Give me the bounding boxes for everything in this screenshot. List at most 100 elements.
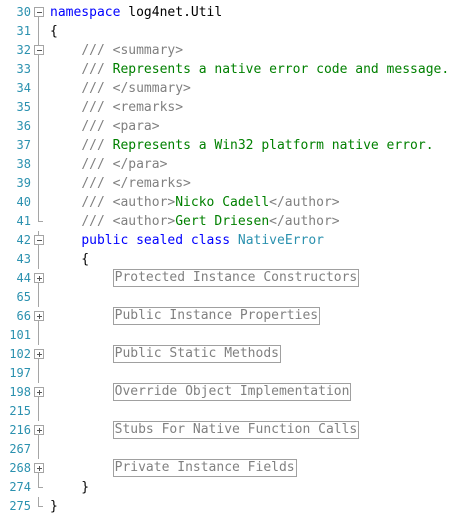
code-token: Gert Driesen xyxy=(175,214,270,229)
collapsed-region[interactable]: Stubs For Native Function Calls xyxy=(112,421,360,439)
code-line[interactable]: 274 } xyxy=(0,478,465,497)
code-line[interactable]: 30 namespace log4net.Util xyxy=(0,3,465,22)
code-text: /// Represents a native error code and m… xyxy=(50,60,449,79)
line-number: 35 xyxy=(16,100,31,114)
code-line[interactable]: 66 Public Instance Properties xyxy=(0,307,465,326)
code-line[interactable]: 34 /// </summary> xyxy=(0,79,465,98)
code-token: { xyxy=(50,252,90,267)
code-token: class xyxy=(190,233,231,248)
line-number: 198 xyxy=(9,385,31,399)
code-text: /// <author>Gert Driesen</author> xyxy=(50,212,340,231)
code-token: Represents a Win32 platform native error… xyxy=(104,138,434,153)
code-line[interactable]: 37 /// Represents a Win32 platform nativ… xyxy=(0,136,465,155)
expand-icon[interactable] xyxy=(34,269,44,288)
collapsed-region[interactable]: Public Instance Properties xyxy=(112,307,321,325)
expand-icon[interactable] xyxy=(34,421,44,440)
line-number: 41 xyxy=(16,214,31,228)
line-number: 44 xyxy=(16,271,31,285)
code-text: Stubs For Native Function Calls xyxy=(50,421,360,440)
expand-icon[interactable] xyxy=(34,459,44,478)
expand-icon[interactable] xyxy=(34,307,44,326)
code-token: /// </summary> xyxy=(81,81,191,96)
code-text: /// <author>Nicko Cadell</author> xyxy=(50,193,340,212)
expand-icon[interactable] xyxy=(34,345,44,364)
code-text: /// <remarks> xyxy=(50,98,183,117)
code-line[interactable]: 31 { xyxy=(0,22,465,41)
code-text: /// <para> xyxy=(50,117,159,136)
code-token: Nicko Cadell xyxy=(175,195,270,210)
collapsed-region[interactable]: Protected Instance Constructors xyxy=(112,269,360,287)
code-line[interactable]: 43 { xyxy=(0,250,465,269)
code-line[interactable]: 36 /// <para> xyxy=(0,117,465,136)
code-token: /// </para> xyxy=(81,157,168,172)
code-line[interactable]: 41 /// <author>Gert Driesen</author> xyxy=(0,212,465,231)
code-line[interactable]: 216 Stubs For Native Function Calls xyxy=(0,421,465,440)
code-token: /// </remarks> xyxy=(81,176,191,191)
collapse-icon[interactable] xyxy=(34,41,44,60)
line-number: 43 xyxy=(16,252,31,266)
line-number: 66 xyxy=(16,309,31,323)
fold-guide xyxy=(34,193,44,212)
collapsed-region[interactable]: Public Static Methods xyxy=(112,345,281,363)
expand-icon[interactable] xyxy=(34,383,44,402)
code-line[interactable]: 44 Protected Instance Constructors xyxy=(0,269,465,288)
line-number: 40 xyxy=(16,195,31,209)
code-token: } xyxy=(50,499,58,514)
fold-guide xyxy=(34,174,44,193)
code-token: /// xyxy=(81,62,105,77)
code-line[interactable]: 275} xyxy=(0,497,465,516)
line-number: 197 xyxy=(9,366,31,380)
line-number: 38 xyxy=(16,157,31,171)
collapsed-region[interactable]: Private Instance Fields xyxy=(112,459,297,477)
code-text: Protected Instance Constructors xyxy=(50,269,360,288)
code-line[interactable]: 197 xyxy=(0,364,465,383)
code-token: </author> xyxy=(269,214,340,229)
code-text: /// </remarks> xyxy=(50,174,191,193)
line-number: 36 xyxy=(16,119,31,133)
fold-guide xyxy=(34,288,44,307)
code-line[interactable]: 101 xyxy=(0,326,465,345)
code-token: sealed xyxy=(136,233,184,248)
code-token: </author> xyxy=(269,195,340,210)
code-line[interactable]: 198 Override Object Implementation xyxy=(0,383,465,402)
code-line[interactable]: 268 Private Instance Fields xyxy=(0,459,465,478)
collapse-icon[interactable] xyxy=(34,231,44,250)
fold-guide xyxy=(34,478,44,497)
line-number: 33 xyxy=(16,62,31,76)
code-text: /// </summary> xyxy=(50,79,191,98)
code-token: } xyxy=(50,480,90,495)
code-line[interactable]: 39 /// </remarks> xyxy=(0,174,465,193)
code-line[interactable]: 33 /// Represents a native error code an… xyxy=(0,60,465,79)
code-line[interactable]: 40 /// <author>Nicko Cadell</author> xyxy=(0,193,465,212)
fold-guide xyxy=(34,402,44,421)
code-token: /// <author> xyxy=(81,195,176,210)
code-text: public sealed class NativeError xyxy=(50,231,324,250)
code-line[interactable]: 102 Public Static Methods xyxy=(0,345,465,364)
code-text: namespace log4net.Util xyxy=(50,3,222,22)
code-line[interactable]: 32 /// <summary> xyxy=(0,41,465,60)
code-editor[interactable]: 30 namespace log4net.Util 31 {32 /// <summa… xyxy=(0,0,465,517)
collapse-icon[interactable] xyxy=(34,3,44,22)
code-line[interactable]: 42 public sealed class NativeError xyxy=(0,231,465,250)
line-number: 267 xyxy=(9,442,31,456)
collapsed-region[interactable]: Override Object Implementation xyxy=(112,383,352,401)
fold-guide xyxy=(34,497,44,516)
code-line[interactable]: 38 /// </para> xyxy=(0,155,465,174)
code-line[interactable]: 215 xyxy=(0,402,465,421)
code-line[interactable]: 267 xyxy=(0,440,465,459)
code-line[interactable]: 35 /// <remarks> xyxy=(0,98,465,117)
code-text: } xyxy=(50,478,89,497)
code-line[interactable]: 65 xyxy=(0,288,465,307)
code-text: Public Instance Properties xyxy=(50,307,321,326)
